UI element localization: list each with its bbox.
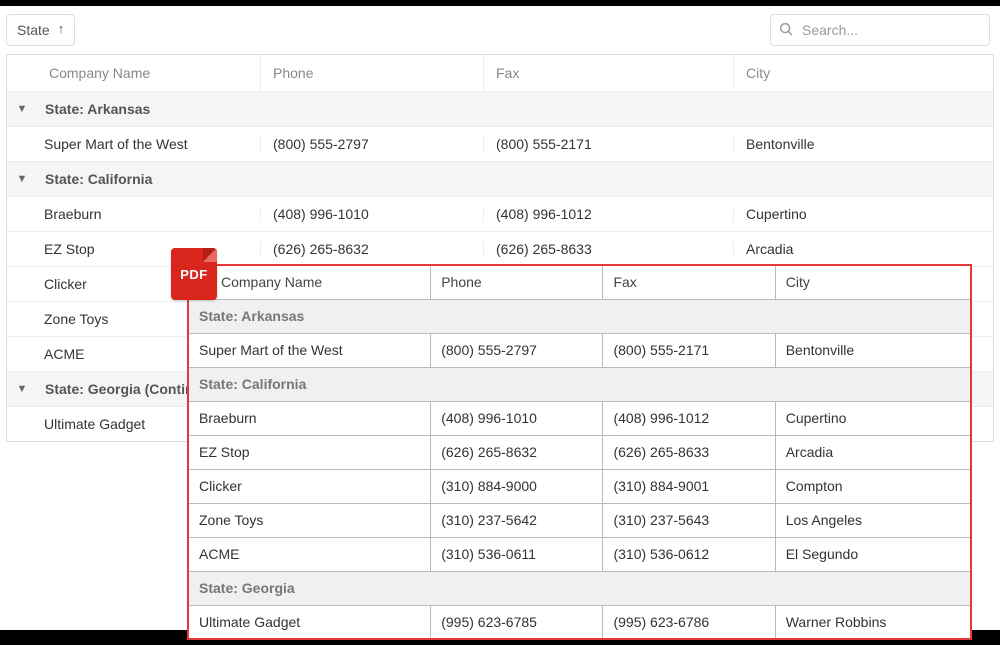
pdf-group-row: State: California bbox=[188, 367, 971, 401]
pdf-cell-city: Arcadia bbox=[775, 435, 971, 469]
pdf-data-row: Super Mart of the West (800) 555-2797 (8… bbox=[188, 333, 971, 367]
pdf-cell-city: Bentonville bbox=[775, 333, 971, 367]
pdf-column-fax: Fax bbox=[603, 265, 775, 299]
table-row[interactable]: Braeburn (408) 996-1010 (408) 996-1012 C… bbox=[7, 196, 993, 231]
pdf-file-icon: PDF bbox=[171, 248, 217, 300]
cell-fax: (626) 265-8633 bbox=[483, 241, 733, 257]
cell-phone: (626) 265-8632 bbox=[260, 241, 483, 257]
collapse-icon[interactable]: ▼ bbox=[7, 103, 37, 115]
pdf-cell-phone: (408) 996-1010 bbox=[431, 401, 603, 435]
pdf-badge-label: PDF bbox=[180, 267, 208, 282]
pdf-cell-company: Ultimate Gadget bbox=[188, 605, 431, 639]
expand-column-header bbox=[7, 55, 37, 91]
pdf-cell-fax: (408) 996-1012 bbox=[603, 401, 775, 435]
cell-company: EZ Stop bbox=[7, 241, 260, 257]
collapse-icon[interactable]: ▼ bbox=[7, 173, 37, 185]
search-box[interactable] bbox=[770, 14, 990, 46]
pdf-cell-company: ACME bbox=[188, 537, 431, 571]
column-header-city[interactable]: City bbox=[733, 55, 993, 91]
pdf-cell-company: Clicker bbox=[188, 469, 431, 503]
pdf-cell-city: Cupertino bbox=[775, 401, 971, 435]
cell-city: Arcadia bbox=[733, 241, 993, 257]
pdf-cell-phone: (310) 237-5642 bbox=[431, 503, 603, 537]
group-label: State: California bbox=[37, 171, 993, 187]
pdf-cell-fax: (800) 555-2171 bbox=[603, 333, 775, 367]
column-header-company[interactable]: Company Name bbox=[37, 55, 260, 91]
pdf-cell-fax: (310) 237-5643 bbox=[603, 503, 775, 537]
pdf-cell-phone: (995) 623-6785 bbox=[431, 605, 603, 639]
group-row[interactable]: ▼ State: Arkansas bbox=[7, 91, 993, 126]
pdf-export-preview: PDF Company Name Phone Fax City State: A… bbox=[187, 264, 972, 640]
pdf-data-row: EZ Stop (626) 265-8632 (626) 265-8633 Ar… bbox=[188, 435, 971, 469]
pdf-data-row: Braeburn (408) 996-1010 (408) 996-1012 C… bbox=[188, 401, 971, 435]
pdf-cell-fax: (626) 265-8633 bbox=[603, 435, 775, 469]
pdf-data-row: Clicker (310) 884-9000 (310) 884-9001 Co… bbox=[188, 469, 971, 503]
cell-phone: (800) 555-2797 bbox=[260, 136, 483, 152]
group-row[interactable]: ▼ State: California bbox=[7, 161, 993, 196]
pdf-cell-company: EZ Stop bbox=[188, 435, 431, 469]
cell-city: Bentonville bbox=[733, 136, 993, 152]
group-label: State: Arkansas bbox=[37, 101, 993, 117]
pdf-group-row: State: Georgia bbox=[188, 571, 971, 605]
cell-fax: (408) 996-1012 bbox=[483, 206, 733, 222]
group-chip-label: State bbox=[17, 22, 50, 38]
pdf-data-row: ACME (310) 536-0611 (310) 536-0612 El Se… bbox=[188, 537, 971, 571]
pdf-cell-city: El Segundo bbox=[775, 537, 971, 571]
collapse-icon[interactable]: ▼ bbox=[7, 383, 37, 395]
pdf-cell-city: Compton bbox=[775, 469, 971, 503]
column-header-fax[interactable]: Fax bbox=[483, 55, 733, 91]
pdf-cell-fax: (995) 623-6786 bbox=[603, 605, 775, 639]
search-icon bbox=[779, 22, 794, 37]
column-header-phone[interactable]: Phone bbox=[260, 55, 483, 91]
pdf-data-row: Ultimate Gadget (995) 623-6785 (995) 623… bbox=[188, 605, 971, 639]
pdf-cell-phone: (310) 536-0611 bbox=[431, 537, 603, 571]
pdf-cell-fax: (310) 536-0612 bbox=[603, 537, 775, 571]
sort-ascending-icon: ↑ bbox=[58, 21, 65, 36]
folded-corner-icon bbox=[203, 248, 217, 262]
pdf-column-company: Company Name bbox=[188, 265, 431, 299]
pdf-group-label: State: Arkansas bbox=[188, 299, 971, 333]
table-row[interactable]: EZ Stop (626) 265-8632 (626) 265-8633 Ar… bbox=[7, 231, 993, 266]
cell-company: Super Mart of the West bbox=[7, 136, 260, 152]
pdf-header-row: Company Name Phone Fax City bbox=[188, 265, 971, 299]
pdf-column-city: City bbox=[775, 265, 971, 299]
pdf-group-label: State: California bbox=[188, 367, 971, 401]
pdf-cell-company: Super Mart of the West bbox=[188, 333, 431, 367]
grid-header-row: Company Name Phone Fax City bbox=[7, 55, 993, 91]
pdf-data-row: Zone Toys (310) 237-5642 (310) 237-5643 … bbox=[188, 503, 971, 537]
pdf-cell-phone: (626) 265-8632 bbox=[431, 435, 603, 469]
pdf-cell-fax: (310) 884-9001 bbox=[603, 469, 775, 503]
cell-city: Cupertino bbox=[733, 206, 993, 222]
pdf-cell-company: Braeburn bbox=[188, 401, 431, 435]
grid-toolbar: State ↑ bbox=[0, 6, 1000, 54]
pdf-column-phone: Phone bbox=[431, 265, 603, 299]
cell-company: Braeburn bbox=[7, 206, 260, 222]
pdf-cell-city: Los Angeles bbox=[775, 503, 971, 537]
pdf-cell-city: Warner Robbins bbox=[775, 605, 971, 639]
pdf-cell-phone: (310) 884-9000 bbox=[431, 469, 603, 503]
pdf-cell-phone: (800) 555-2797 bbox=[431, 333, 603, 367]
group-chip-state[interactable]: State ↑ bbox=[6, 14, 75, 46]
pdf-group-label: State: Georgia bbox=[188, 571, 971, 605]
cell-fax: (800) 555-2171 bbox=[483, 136, 733, 152]
pdf-cell-company: Zone Toys bbox=[188, 503, 431, 537]
cell-phone: (408) 996-1010 bbox=[260, 206, 483, 222]
pdf-table: Company Name Phone Fax City State: Arkan… bbox=[187, 264, 972, 640]
pdf-group-row: State: Arkansas bbox=[188, 299, 971, 333]
table-row[interactable]: Super Mart of the West (800) 555-2797 (8… bbox=[7, 126, 993, 161]
search-input[interactable] bbox=[800, 21, 985, 39]
